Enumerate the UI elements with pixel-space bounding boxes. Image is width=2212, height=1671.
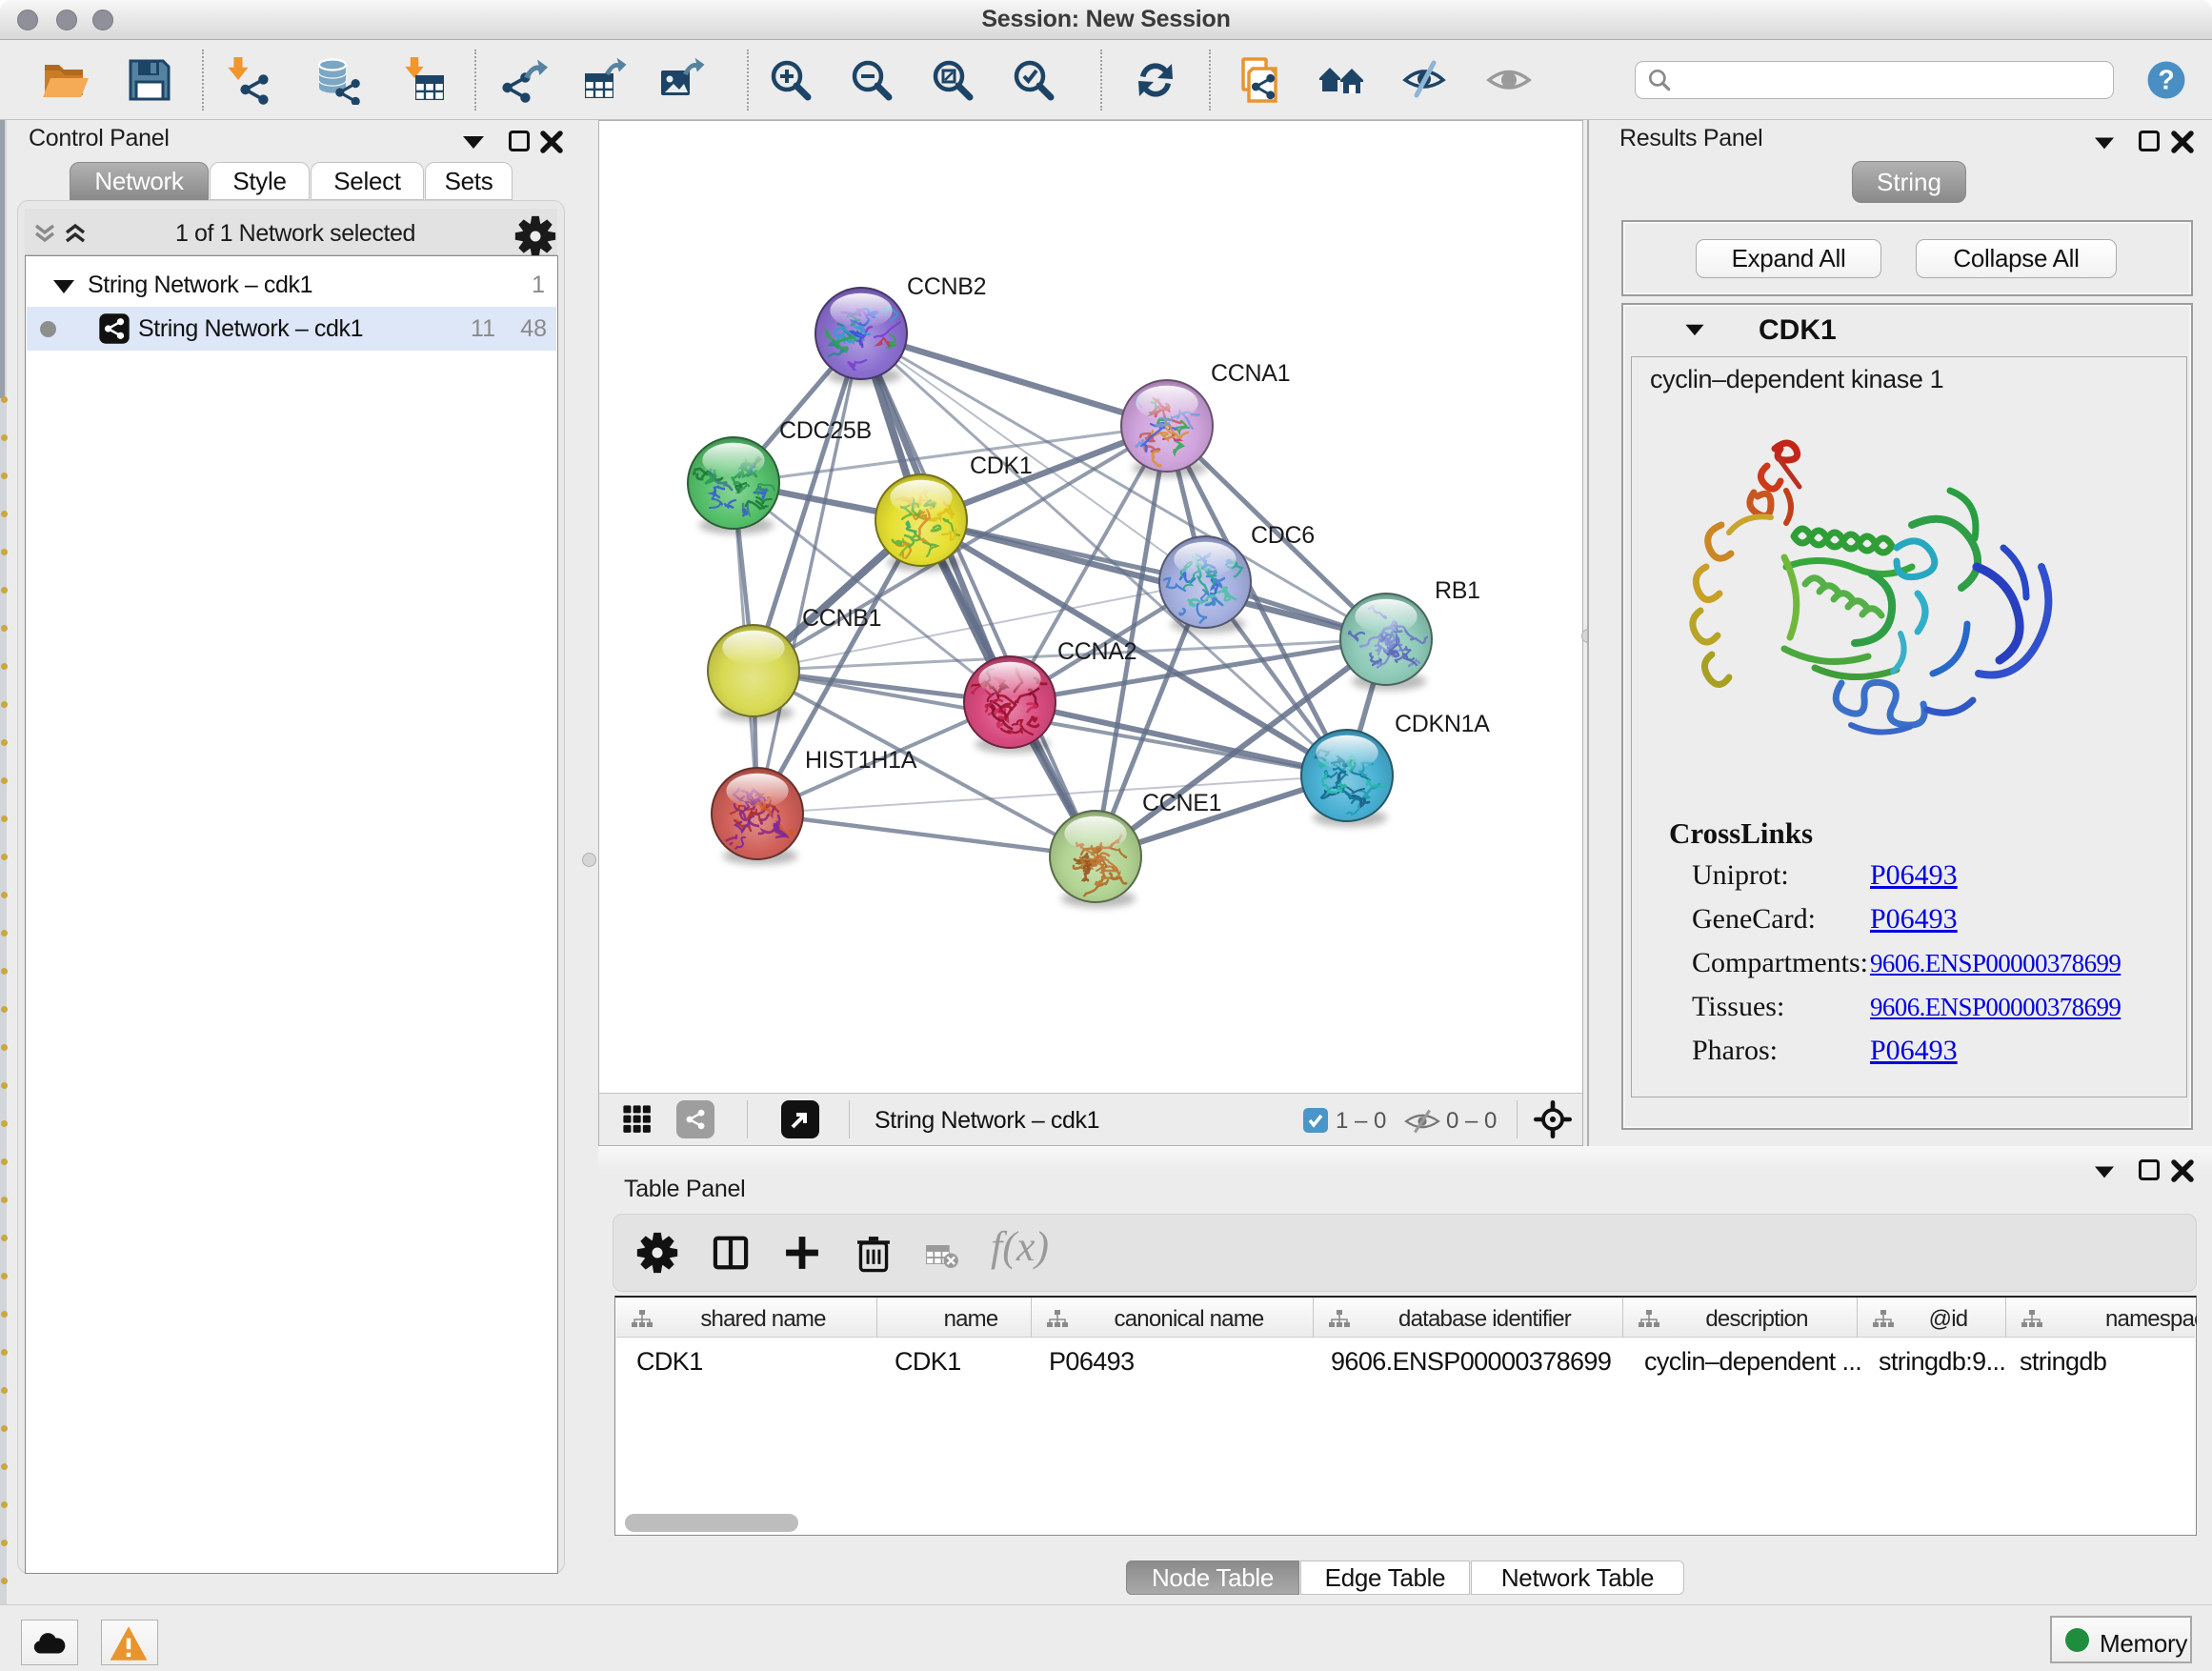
svg-text:CCNB1: CCNB1 (802, 605, 881, 632)
svg-text:CCNA1: CCNA1 (1211, 360, 1290, 387)
svg-text:?: ? (2158, 65, 2174, 95)
svg-text:CDC6: CDC6 (1251, 522, 1315, 549)
svg-text:RB1: RB1 (1435, 577, 1480, 604)
svg-text:CCNB2: CCNB2 (907, 273, 986, 300)
svg-text:HIST1H1A: HIST1H1A (805, 747, 917, 774)
svg-text:CCNE1: CCNE1 (1142, 790, 1221, 816)
svg-text:CDC25B: CDC25B (779, 417, 872, 444)
svg-text:CDK1: CDK1 (970, 453, 1033, 479)
svg-text:CDKN1A: CDKN1A (1395, 711, 1490, 737)
svg-text:CCNA2: CCNA2 (1057, 638, 1136, 665)
